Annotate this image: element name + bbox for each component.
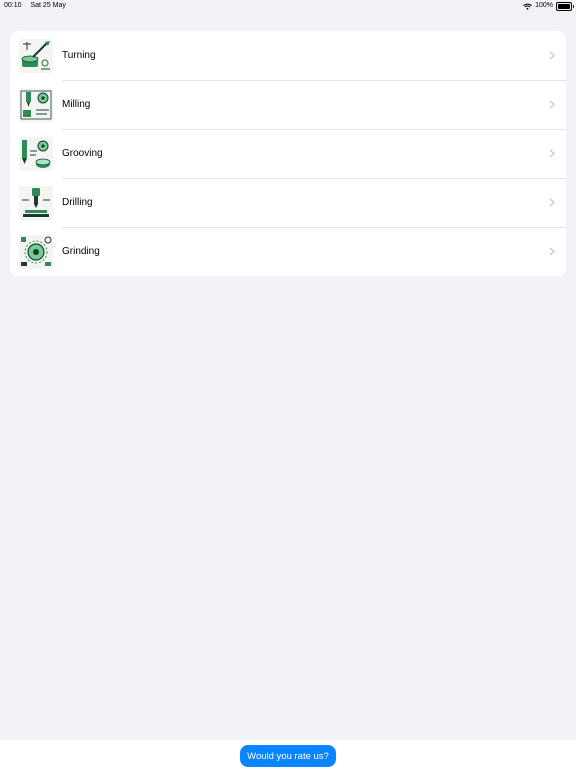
- list-item-label: Turning: [62, 50, 96, 61]
- chevron-right-icon: [546, 49, 558, 63]
- list-item-drilling[interactable]: Drilling: [10, 178, 566, 227]
- process-list: Turning Milling Grooving Drilling Grindi…: [10, 31, 566, 276]
- chevron-right-icon: [546, 196, 558, 210]
- bottom-bar: Would you rate us?: [0, 740, 576, 768]
- list-item-grinding[interactable]: Grinding: [10, 227, 566, 276]
- grinding-illustration-icon: [19, 234, 53, 269]
- status-right: 100%: [523, 0, 574, 12]
- battery-icon: [556, 1, 574, 11]
- list-item-label: Drilling: [62, 197, 93, 208]
- list-item-milling[interactable]: Milling: [10, 80, 566, 129]
- list-item-label: Grooving: [62, 148, 103, 159]
- milling-illustration-icon: [19, 87, 53, 122]
- chevron-right-icon: [546, 147, 558, 161]
- turning-illustration-icon: [19, 38, 53, 73]
- rate-us-button[interactable]: Would you rate us?: [240, 745, 336, 767]
- wifi-icon: [523, 3, 532, 10]
- status-bar: 00:10 Sat 25 May 100%: [0, 0, 576, 12]
- status-date: Sat 25 May: [30, 2, 66, 9]
- list-item-label: Milling: [62, 99, 91, 110]
- status-time: 00:10: [4, 2, 22, 9]
- status-left: 00:10 Sat 25 May: [4, 0, 73, 12]
- list-item-turning[interactable]: Turning: [10, 31, 566, 80]
- drilling-illustration-icon: [19, 185, 53, 220]
- chevron-right-icon: [546, 98, 558, 112]
- list-item-grooving[interactable]: Grooving: [10, 129, 566, 178]
- list-item-label: Grinding: [62, 246, 100, 257]
- grooving-illustration-icon: [19, 136, 53, 171]
- battery-percentage: 100%: [535, 2, 553, 9]
- battery-fill: [558, 3, 570, 9]
- chevron-right-icon: [546, 245, 558, 259]
